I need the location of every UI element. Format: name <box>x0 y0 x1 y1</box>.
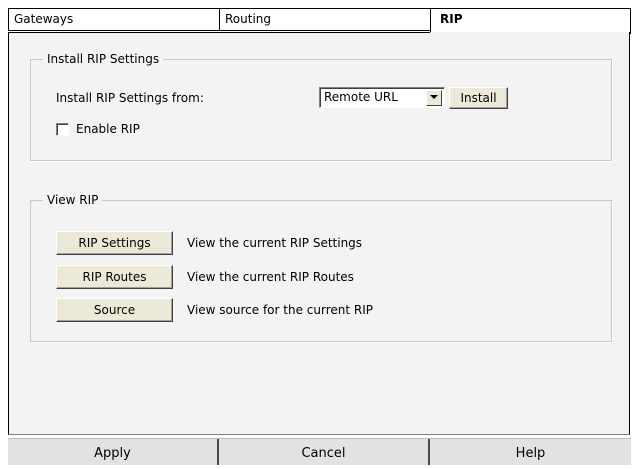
apply-button[interactable]: Apply <box>8 439 217 465</box>
tab-rip[interactable]: RIP <box>430 8 631 34</box>
install-source-select[interactable]: Remote URL <box>319 87 445 108</box>
view-group-legend: View RIP <box>43 193 103 208</box>
tab-strip: Gateways Routing RIP <box>8 8 631 34</box>
cancel-button[interactable]: Cancel <box>219 439 428 465</box>
action-bar: Apply Cancel Help <box>8 438 631 465</box>
install-group-legend: Install RIP Settings <box>43 52 164 67</box>
tab-routing[interactable]: Routing <box>219 8 431 31</box>
enable-rip-checkbox[interactable] <box>56 123 69 136</box>
rip-settings-button[interactable]: RIP Settings <box>56 231 173 255</box>
source-description: View source for the current RIP <box>187 303 373 317</box>
rip-routes-description: View the current RIP Routes <box>187 270 354 284</box>
tab-gateways[interactable]: Gateways <box>8 8 220 31</box>
rip-settings-description: View the current RIP Settings <box>187 236 363 250</box>
install-source-value: Remote URL <box>324 90 398 104</box>
install-rip-settings-group: Install RIP Settings Install RIP Setting… <box>30 52 612 161</box>
tab-baseline <box>8 32 430 33</box>
rip-routes-button[interactable]: RIP Routes <box>56 265 173 289</box>
install-from-label: Install RIP Settings from: <box>56 91 204 105</box>
chevron-down-icon[interactable] <box>426 90 442 106</box>
help-button[interactable]: Help <box>430 439 631 465</box>
install-button[interactable]: Install <box>449 87 508 109</box>
enable-rip-label[interactable]: Enable RIP <box>76 122 140 137</box>
view-rip-group: View RIP RIP Settings View the current R… <box>30 193 612 342</box>
source-button[interactable]: Source <box>56 298 173 322</box>
